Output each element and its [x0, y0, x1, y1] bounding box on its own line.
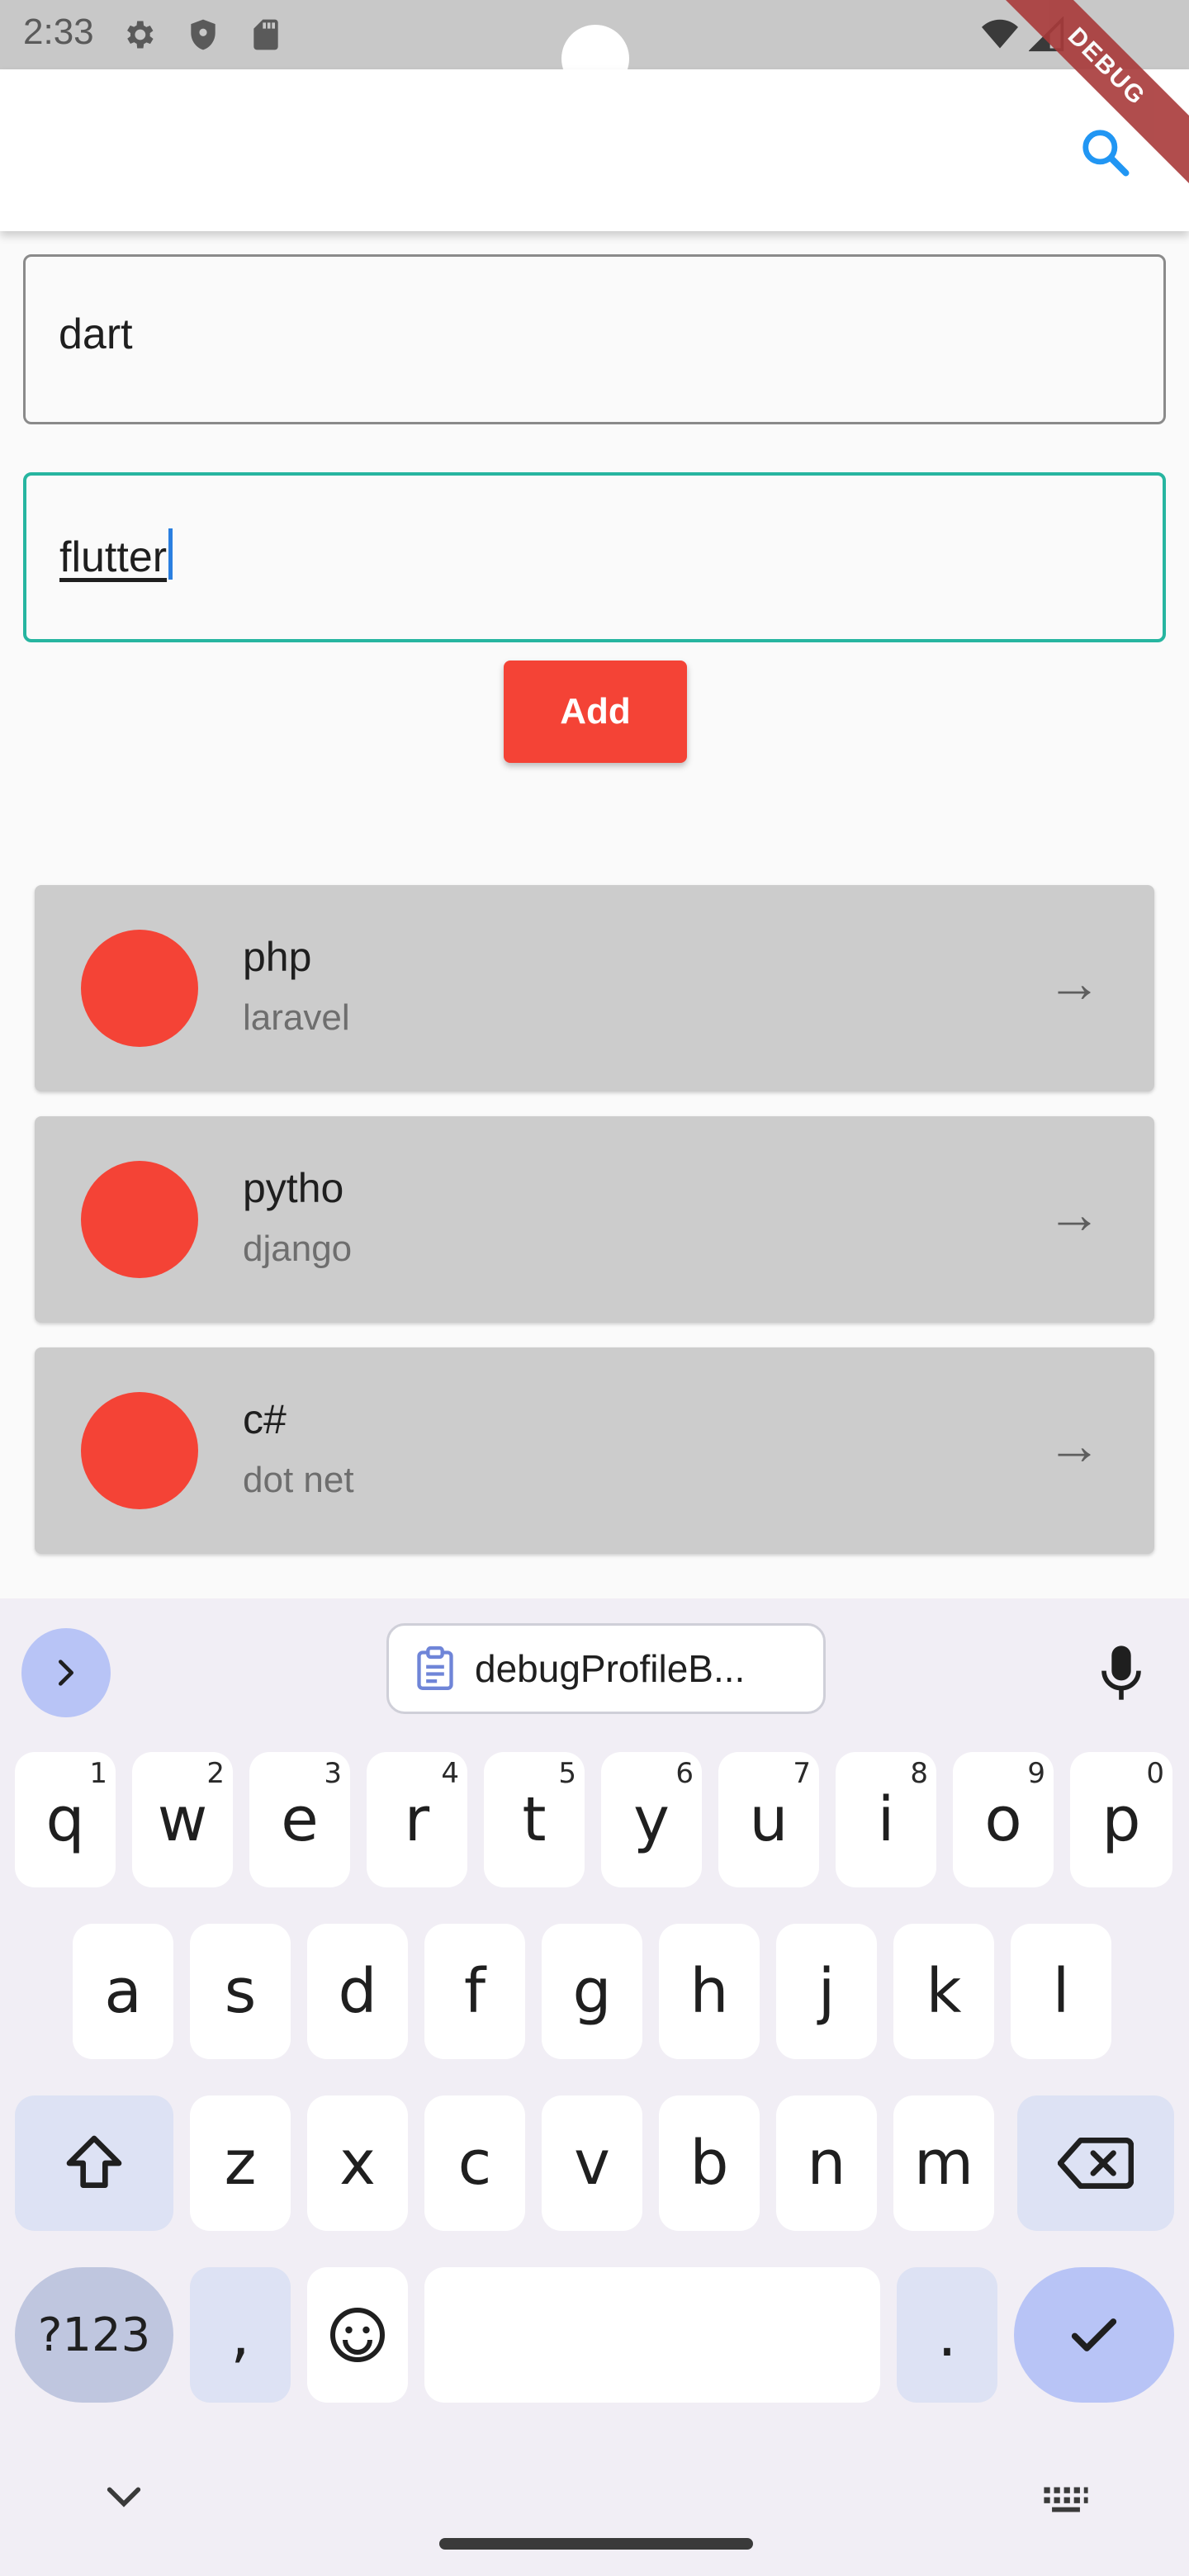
keyboard-switch-icon[interactable] [1042, 2485, 1090, 2513]
key-p[interactable]: p0 [1070, 1752, 1172, 1887]
key-b[interactable]: b [659, 2095, 760, 2231]
key-k[interactable]: k [893, 1924, 994, 2059]
arrow-right-icon: → [1047, 1414, 1101, 1475]
key-hint: 1 [89, 1757, 107, 1790]
key-label: q [45, 1784, 85, 1855]
clipboard-suggestion-text: debugProfileB... [475, 1647, 746, 1690]
microphone-icon [1101, 1646, 1141, 1700]
list-item-title: php [243, 934, 312, 980]
arrow-right-icon: → [1047, 952, 1101, 1013]
key-v[interactable]: v [542, 2095, 642, 2231]
expand-toolbar-button[interactable] [21, 1628, 111, 1717]
key-hint: 2 [206, 1757, 225, 1790]
home-indicator[interactable] [439, 2538, 753, 2550]
text-cursor [168, 528, 173, 580]
avatar [81, 930, 198, 1047]
comma-key[interactable]: , [190, 2267, 291, 2403]
on-screen-keyboard: debugProfileB... q1 w2 e3 r4 t5 y6 u7 i8… [0, 1598, 1189, 2576]
key-m[interactable]: m [893, 2095, 994, 2231]
symbols-key[interactable]: ?123 [15, 2267, 173, 2403]
key-e[interactable]: e3 [249, 1752, 350, 1887]
add-button[interactable]: Add [504, 661, 687, 763]
enter-key[interactable] [1014, 2267, 1174, 2403]
app-bar [0, 69, 1189, 231]
arrow-right-icon: → [1047, 1183, 1101, 1244]
key-o[interactable]: o9 [953, 1752, 1054, 1887]
key-hint: 4 [441, 1757, 459, 1790]
hide-keyboard-chevron-icon[interactable] [102, 2480, 145, 2513]
key-z[interactable]: z [190, 2095, 291, 2231]
clipboard-icon [417, 1646, 453, 1690]
sd-card-icon [248, 17, 284, 53]
language-input[interactable]: dart [23, 254, 1166, 424]
key-label: p [1101, 1784, 1141, 1855]
framework-input[interactable]: flutter [23, 472, 1166, 642]
key-w[interactable]: w2 [132, 1752, 233, 1887]
key-l[interactable]: l [1011, 1924, 1111, 2059]
key-label: y [633, 1784, 670, 1855]
key-f[interactable]: f [424, 1924, 525, 2059]
status-bar: 2:33 [0, 0, 1189, 92]
key-g[interactable]: g [542, 1924, 642, 2059]
status-time: 2:33 [23, 12, 94, 52]
shift-arrow-icon [66, 2135, 122, 2188]
key-label: t [522, 1784, 547, 1855]
shield-icon [185, 17, 221, 53]
voice-input-button[interactable] [1088, 1631, 1154, 1714]
language-input-value: dart [59, 310, 133, 358]
key-label: i [877, 1784, 895, 1855]
key-q[interactable]: q1 [15, 1752, 116, 1887]
key-label: r [404, 1784, 430, 1855]
search-button[interactable] [1072, 119, 1138, 185]
framework-input-value: flutter [59, 533, 168, 581]
key-hint: 8 [910, 1757, 928, 1790]
list-item-subtitle: dot net [243, 1460, 354, 1500]
shift-key[interactable] [15, 2095, 173, 2231]
key-r[interactable]: r4 [367, 1752, 467, 1887]
list-item-subtitle: django [243, 1229, 353, 1269]
list-item[interactable]: c# dot net → [35, 1347, 1154, 1554]
key-hint: 0 [1146, 1757, 1164, 1790]
key-hint: 9 [1027, 1757, 1045, 1790]
key-label: e [281, 1784, 319, 1855]
key-hint: 3 [324, 1757, 342, 1790]
key-u[interactable]: u7 [718, 1752, 819, 1887]
list-item[interactable]: php laravel → [35, 885, 1154, 1091]
key-n[interactable]: n [776, 2095, 877, 2231]
avatar [81, 1392, 198, 1509]
key-hint: 5 [558, 1757, 576, 1790]
key-s[interactable]: s [190, 1924, 291, 2059]
key-d[interactable]: d [307, 1924, 408, 2059]
settings-gear-icon [121, 17, 157, 53]
list-item-title: c# [243, 1396, 287, 1442]
key-h[interactable]: h [659, 1924, 760, 2059]
chevron-right-icon [59, 1660, 73, 1686]
key-hint: 6 [675, 1757, 694, 1790]
list-item-title: pytho [243, 1165, 344, 1211]
list-item[interactable]: pytho django → [35, 1116, 1154, 1323]
key-hint: 7 [793, 1757, 811, 1790]
key-c[interactable]: c [424, 2095, 525, 2231]
list-item-subtitle: laravel [243, 997, 350, 1038]
wifi-icon [979, 17, 1018, 53]
key-label: w [157, 1784, 208, 1855]
search-icon [1082, 130, 1130, 177]
clipboard-suggestion-chip[interactable]: debugProfileB... [386, 1623, 826, 1714]
key-y[interactable]: y6 [601, 1752, 702, 1887]
space-key[interactable] [424, 2267, 880, 2403]
emoji-key[interactable] [307, 2267, 408, 2403]
key-label: u [749, 1784, 789, 1855]
backspace-key[interactable] [1017, 2095, 1174, 2231]
key-label: o [984, 1784, 1022, 1855]
emoji-icon [330, 2308, 385, 2362]
key-i[interactable]: i8 [836, 1752, 936, 1887]
period-key[interactable]: . [897, 2267, 997, 2403]
backspace-icon [1058, 2138, 1134, 2189]
avatar [81, 1161, 198, 1278]
checkmark-icon [1071, 2318, 1117, 2351]
key-j[interactable]: j [776, 1924, 877, 2059]
key-a[interactable]: a [73, 1924, 173, 2059]
key-x[interactable]: x [307, 2095, 408, 2231]
key-t[interactable]: t5 [484, 1752, 585, 1887]
